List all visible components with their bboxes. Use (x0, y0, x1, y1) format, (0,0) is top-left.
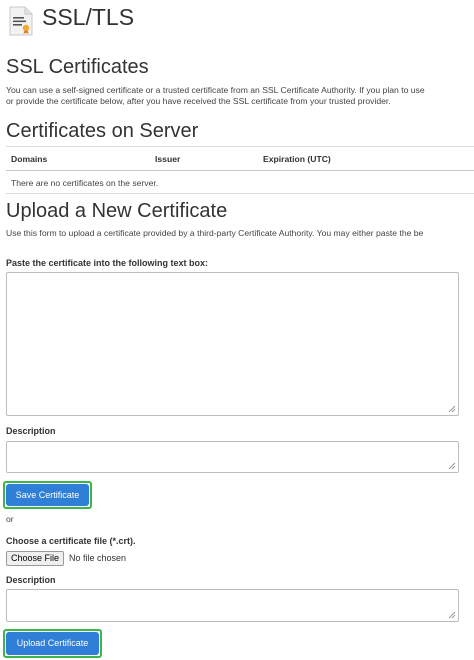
or-separator: or (6, 514, 14, 524)
column-header-domains[interactable]: Domains (11, 154, 47, 164)
table-header-divider (6, 170, 474, 171)
upload-certificate-heading: Upload a New Certificate (6, 200, 228, 222)
column-header-issuer[interactable]: Issuer (155, 154, 180, 164)
choose-file-button[interactable]: Choose File (6, 551, 64, 566)
certificate-document-icon (8, 6, 34, 36)
no-file-chosen-text: No file chosen (69, 553, 127, 563)
column-header-expiration[interactable]: Expiration (UTC) (263, 154, 331, 164)
description-label-2: Description (6, 575, 56, 585)
save-certificate-button[interactable]: Save Certificate (6, 484, 89, 506)
ssl-description-line-1: You can use a self-signed certificate or… (6, 85, 425, 95)
resize-grip-icon[interactable] (448, 405, 456, 413)
table-bottom-divider (6, 193, 474, 194)
description-textarea-2[interactable] (6, 589, 459, 622)
paste-certificate-label: Paste the certificate into the following… (6, 258, 209, 268)
resize-grip-icon[interactable] (448, 462, 456, 470)
certificate-textarea[interactable] (6, 272, 459, 416)
description-label: Description (6, 426, 56, 436)
page-title: SSL/TLS (42, 4, 135, 30)
ssl-description-line-2: or provide the certificate below, after … (6, 96, 391, 106)
certificate-file-label: Choose a certificate file (*.crt). (6, 536, 136, 546)
empty-table-message: There are no certificates on the server. (11, 178, 159, 188)
upload-description: Use this form to upload a certificate pr… (6, 228, 424, 238)
description-textarea[interactable] (6, 441, 459, 473)
upload-certificate-button[interactable]: Upload Certificate (6, 632, 99, 655)
resize-grip-icon[interactable] (448, 611, 456, 619)
certificates-on-server-heading: Certificates on Server (6, 120, 199, 142)
ssl-certificates-heading: SSL Certificates (6, 56, 149, 78)
table-top-divider (6, 146, 474, 147)
